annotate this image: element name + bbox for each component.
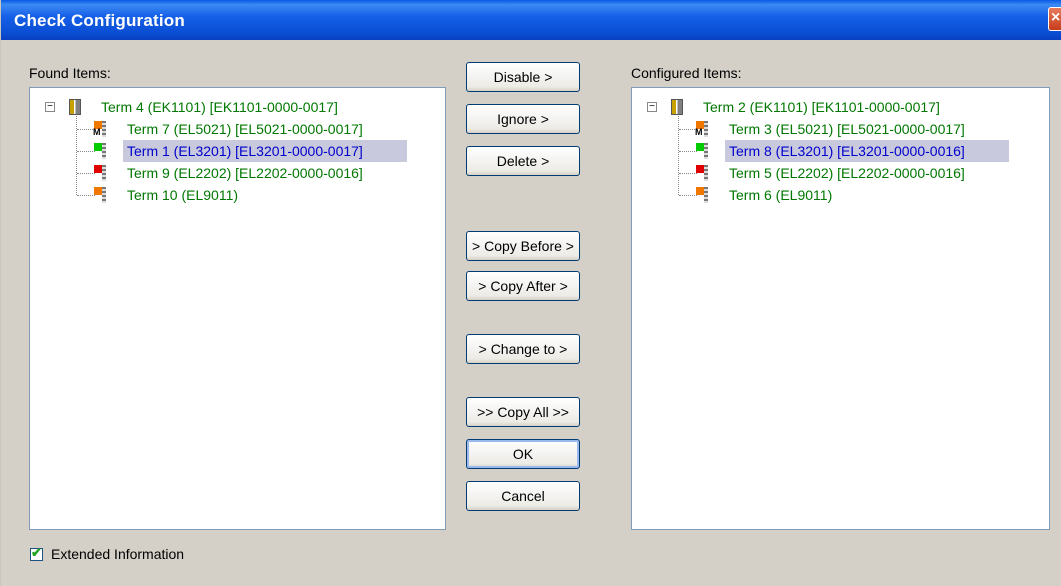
tree-item-label: Term 6 (EL9011) <box>729 187 833 203</box>
tree-item-label: Term 10 (EL9011) <box>127 187 239 203</box>
tree-item-label: Term 4 (EK1101) [EK1101-0000-0017] <box>101 99 338 115</box>
ignore-button[interactable]: Ignore > <box>466 104 580 134</box>
tree-item-label: Term 5 (EL2202) [EL2202-0000-0016] <box>729 165 965 181</box>
cancel-button[interactable]: Cancel <box>466 481 580 511</box>
change-to-button[interactable]: > Change to > <box>466 334 580 364</box>
ok-button[interactable]: OK <box>466 439 580 469</box>
configured-items-label: Configured Items: <box>631 65 742 81</box>
extended-information-label[interactable]: Extended Information <box>51 546 184 562</box>
tree-connector <box>77 151 95 152</box>
found-items-tree[interactable]: − Term 4 (EK1101) [EK1101-0000-0017] M Term… <box>29 87 446 530</box>
tree-item-label: Term 8 (EL3201) [EL3201-0000-0016] <box>729 143 965 159</box>
tree-item[interactable]: Term 5 (EL2202) [EL2202-0000-0016] <box>729 162 965 184</box>
tree-connector <box>679 195 697 196</box>
title-bar[interactable]: Check Configuration × <box>1 0 1061 40</box>
tree-connector <box>76 116 77 195</box>
copy-after-button[interactable]: > Copy After > <box>466 271 580 301</box>
window-title: Check Configuration <box>14 11 185 30</box>
tree-root-item[interactable]: Term 2 (EK1101) [EK1101-0000-0017] <box>703 96 940 118</box>
tree-connector <box>679 173 697 174</box>
terminal-end-icon <box>696 187 708 203</box>
terminal-red-icon <box>696 165 708 181</box>
collapse-icon[interactable]: − <box>647 102 657 112</box>
delete-button[interactable]: Delete > <box>466 146 580 176</box>
tree-item-label: Term 2 (EK1101) [EK1101-0000-0017] <box>703 99 940 115</box>
tree-item[interactable]: Term 10 (EL9011) <box>127 184 238 206</box>
terminal-green-icon <box>696 143 708 159</box>
tree-item-label: Term 3 (EL5021) [EL5021-0000-0017] <box>729 121 965 137</box>
bus-coupler-icon <box>69 99 81 115</box>
terminal-m-icon: M <box>93 121 106 137</box>
tree-item-label: Term 9 (EL2202) [EL2202-0000-0016] <box>127 165 363 181</box>
check-configuration-dialog: Check Configuration × Found Items: − Term… <box>0 0 1061 586</box>
terminal-m-icon: M <box>695 121 708 137</box>
bus-coupler-icon <box>671 99 683 115</box>
terminal-end-icon <box>94 187 106 203</box>
copy-all-button[interactable]: >> Copy All >> <box>466 397 580 427</box>
tree-item-label: Term 7 (EL5021) [EL5021-0000-0017] <box>127 121 363 137</box>
close-icon: × <box>1051 9 1061 26</box>
tree-item[interactable]: Term 3 (EL5021) [EL5021-0000-0017] <box>729 118 965 140</box>
copy-before-button[interactable]: > Copy Before > <box>466 231 580 261</box>
tree-item[interactable]: Term 6 (EL9011) <box>729 184 832 206</box>
tree-item-label: Term 1 (EL3201) [EL3201-0000-0017] <box>127 143 363 159</box>
extended-information-checkbox[interactable]: ✔ <box>30 545 43 561</box>
tree-connector <box>77 173 95 174</box>
tree-root-item[interactable]: Term 4 (EK1101) [EK1101-0000-0017] <box>101 96 338 118</box>
disable-button[interactable]: Disable > <box>466 62 580 92</box>
terminal-red-icon <box>94 165 106 181</box>
tree-connector <box>678 116 679 195</box>
checkmark-icon: ✔ <box>31 545 42 560</box>
tree-item[interactable]: Term 7 (EL5021) [EL5021-0000-0017] <box>127 118 363 140</box>
terminal-green-icon <box>94 143 106 159</box>
tree-item[interactable]: Term 1 (EL3201) [EL3201-0000-0017] <box>123 140 407 162</box>
tree-connector <box>679 151 697 152</box>
tree-item[interactable]: Term 9 (EL2202) [EL2202-0000-0016] <box>127 162 363 184</box>
configured-items-tree[interactable]: − Term 2 (EK1101) [EK1101-0000-0017] M Term… <box>631 87 1050 530</box>
tree-connector <box>77 195 95 196</box>
found-items-label: Found Items: <box>29 65 111 81</box>
collapse-icon[interactable]: − <box>45 102 55 112</box>
close-button[interactable]: × <box>1048 7 1061 31</box>
tree-item[interactable]: Term 8 (EL3201) [EL3201-0000-0016] <box>725 140 1009 162</box>
